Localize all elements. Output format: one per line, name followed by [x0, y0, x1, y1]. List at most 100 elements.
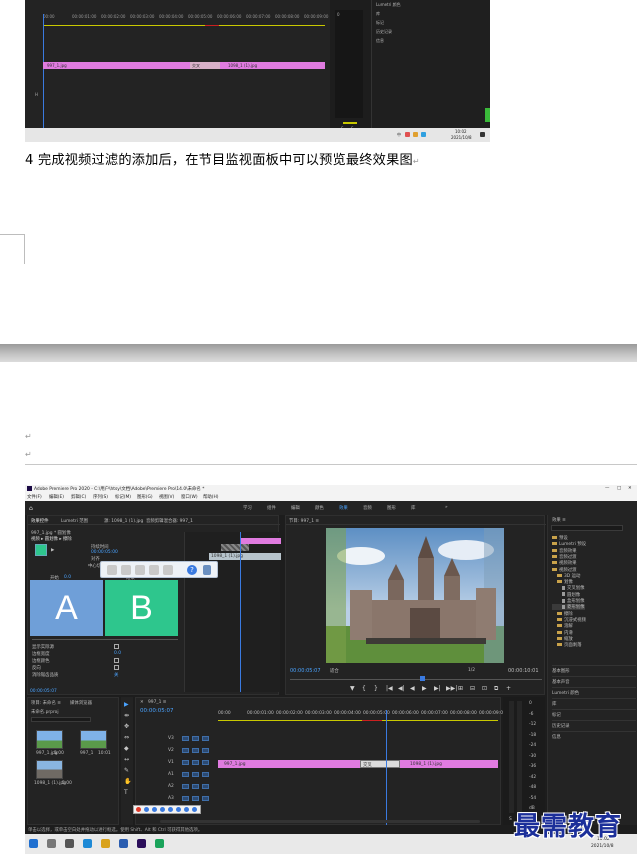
menu-item[interactable]: 剪辑(C) [71, 494, 86, 500]
effects-tree-item[interactable]: 视频效果 [552, 560, 577, 566]
lock-icon[interactable] [182, 760, 189, 765]
timeline-playhead[interactable] [386, 710, 387, 826]
eye-icon[interactable] [202, 760, 209, 765]
eye-icon[interactable] [202, 736, 209, 741]
transport-button[interactable]: ▶| [434, 685, 441, 692]
track-name[interactable]: A1 [168, 772, 174, 777]
tool-icon[interactable]: ✥ [124, 723, 129, 730]
eye-icon[interactable] [202, 784, 209, 789]
effect-controls-tab[interactable]: Lumetri 范围 [61, 518, 88, 524]
timeline-scrollbar[interactable] [160, 820, 480, 823]
program-tab-label[interactable]: 节目: 997_1 ≡ [289, 518, 319, 524]
ime-skin-icon[interactable] [176, 807, 181, 812]
effects-tree-item[interactable]: 溶解 [552, 623, 573, 629]
transport-button[interactable]: } [374, 685, 378, 692]
project-thumb[interactable] [80, 730, 107, 749]
effect-controls-tab[interactable]: 源: 1098_1 (1).jpg [104, 518, 143, 524]
tool-icon[interactable]: ✎ [124, 767, 129, 774]
hand-icon[interactable] [107, 565, 117, 575]
ec-playhead[interactable] [240, 532, 241, 692]
timeline-timecode[interactable]: 00:00:05:07 [140, 708, 174, 714]
effects-tree-item[interactable]: 页面剥落 [552, 642, 582, 648]
effects-tree-item[interactable]: 菱形划像 [552, 604, 585, 611]
top-panel-item[interactable]: Lumetri 颜色 [376, 2, 401, 8]
menu-item[interactable]: 窗口(W) [181, 494, 198, 500]
close-button[interactable]: ✕ [628, 486, 632, 491]
ec-clip-b[interactable]: 1098_1 (1).jpg [209, 553, 281, 560]
effects-tree-item[interactable]: 内滑 [552, 630, 573, 636]
top-panel-item[interactable]: 库 [376, 11, 380, 17]
sync-icon[interactable] [192, 772, 199, 777]
lock-icon[interactable] [182, 748, 189, 753]
ec-transition-bar[interactable] [221, 544, 249, 551]
panel-header[interactable]: 基本图形 [552, 665, 636, 674]
tool-icon[interactable]: T [124, 789, 128, 796]
eye-icon[interactable] [202, 772, 209, 777]
project-thumb[interactable] [36, 730, 63, 749]
workspace-tab[interactable]: 音频 [363, 505, 372, 511]
workspace-tab[interactable]: 颜色 [315, 505, 324, 511]
effects-tree-item[interactable]: 音频效果 [552, 548, 577, 554]
duration-value[interactable]: 00:00:05:00 [91, 550, 118, 555]
task-view-icon[interactable] [65, 839, 74, 848]
lock-icon[interactable] [182, 796, 189, 801]
lock-icon[interactable] [182, 772, 189, 777]
menu-item[interactable]: 帮助(H) [203, 494, 219, 500]
effects-tree-item[interactable]: 3D 运动 [552, 573, 580, 579]
effects-tree-item[interactable]: 盒形划像 [552, 598, 585, 604]
top-panel-item[interactable]: 信息 [376, 38, 384, 44]
track-name[interactable]: V3 [168, 736, 174, 741]
tray-icon[interactable] [421, 132, 426, 137]
transport-button[interactable]: ⊞ [458, 685, 463, 692]
panel-header[interactable]: 历史记录 [552, 720, 636, 729]
tool-icon[interactable]: ◆ [124, 745, 129, 752]
ime-mode-icon[interactable] [144, 807, 149, 812]
ec-timecode[interactable]: 00:00:05:07 [30, 689, 57, 694]
transport-button[interactable]: |◀ [386, 685, 393, 692]
project-search-input[interactable] [31, 717, 91, 722]
effects-tree-item[interactable]: 沉浸式视频 [552, 617, 586, 623]
edge-icon[interactable] [83, 839, 92, 848]
track-name[interactable]: A3 [168, 796, 174, 801]
transport-button[interactable]: ⊟ [470, 685, 475, 692]
sync-icon[interactable] [192, 784, 199, 789]
minimize-button[interactable]: — [605, 486, 609, 491]
sequence-close-icon[interactable]: ✕ [140, 700, 144, 705]
menu-item[interactable]: 图形(G) [137, 494, 153, 500]
effect-prop-checkbox[interactable] [114, 658, 119, 663]
chevron-up-icon[interactable] [203, 565, 211, 575]
workspace-tab[interactable]: 组件 [267, 505, 276, 511]
workspace-tab[interactable]: 效果 [339, 505, 348, 511]
fit-select[interactable]: 适合 [330, 668, 339, 674]
workspace-tab[interactable]: 学习 [243, 505, 252, 511]
sync-icon[interactable] [192, 736, 199, 741]
tool-icon[interactable]: ⇔ [124, 734, 129, 741]
tool-icon[interactable]: ▶ [124, 701, 129, 708]
search-icon[interactable] [47, 839, 56, 848]
notification-icon[interactable] [480, 132, 485, 137]
print-icon[interactable] [149, 565, 159, 575]
tray-icon[interactable] [405, 132, 410, 137]
project-tab[interactable]: 项目: 未命名 ≡ [31, 700, 61, 706]
windows-start-icon[interactable] [29, 839, 38, 848]
effects-tree-item[interactable]: 预设 [552, 535, 568, 541]
program-timecode[interactable]: 00:00:05:07 [290, 668, 321, 674]
effect-controls-tab[interactable]: 音频剪辑混合器: 997_1 [146, 518, 193, 524]
timeline-clip[interactable]: 997_1.jpg 1098_1 (1).jpg [218, 760, 498, 768]
workspace-overflow-icon[interactable]: » [445, 505, 448, 510]
word-icon[interactable] [119, 839, 128, 848]
transport-button[interactable]: ▼ [350, 685, 355, 692]
sync-icon[interactable] [192, 796, 199, 801]
transport-button[interactable]: ◀| [398, 685, 405, 692]
position-slider[interactable] [32, 639, 178, 640]
effects-tree-item[interactable]: 交叉划像 [552, 585, 585, 591]
ime-keyboard-icon[interactable] [168, 807, 173, 812]
transport-button[interactable]: + [506, 685, 511, 692]
transport-button[interactable]: ▶▶| [446, 685, 457, 692]
effect-prop-value[interactable]: 0.0 [114, 651, 121, 656]
menu-item[interactable]: 编辑(E) [49, 494, 64, 500]
panel-header[interactable]: Lumetri 颜色 [552, 687, 636, 696]
transport-button[interactable]: ▶ [422, 685, 427, 692]
ime-punct-icon[interactable] [152, 807, 157, 812]
eye-icon[interactable] [202, 748, 209, 753]
